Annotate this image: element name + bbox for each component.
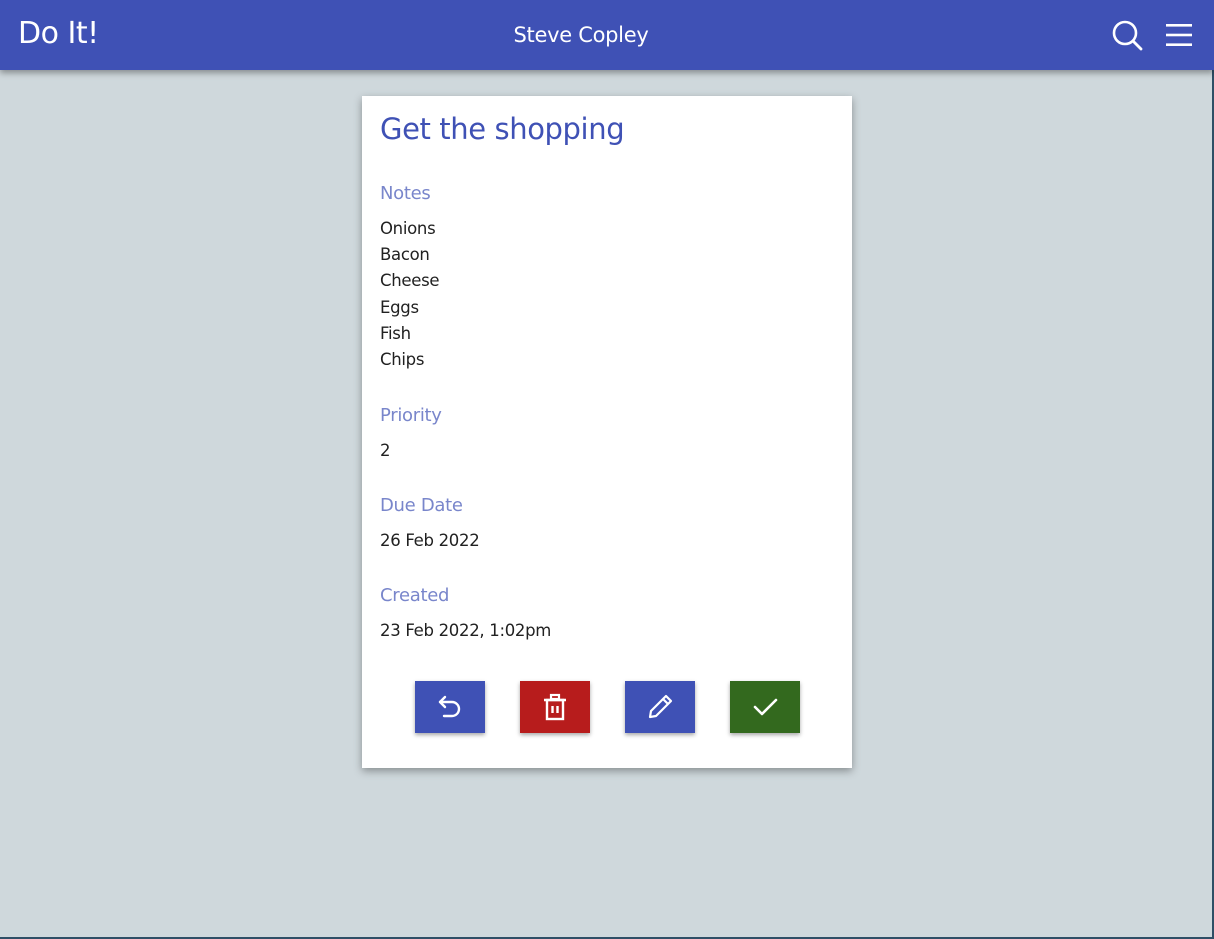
note-item: Eggs (380, 297, 419, 317)
created-value: 23 Feb 2022, 1:02pm (380, 621, 552, 640)
note-item: Chips (380, 350, 425, 370)
search-button[interactable] (1110, 18, 1144, 52)
search-icon (1112, 20, 1143, 51)
due-date-label: Due Date (380, 495, 463, 516)
action-bar (362, 681, 852, 733)
note-item: Fish (380, 323, 411, 343)
task-title: Get the shopping (380, 112, 625, 146)
trash-icon (544, 693, 566, 721)
created-section: Created 23 Feb 2022, 1:02pm (380, 584, 551, 644)
note-item: Onions (380, 219, 436, 238)
task-detail-card: Get the shopping Notes Onions Bacon Chee… (362, 96, 852, 768)
menu-button[interactable] (1162, 18, 1196, 52)
due-date-value: 26 Feb 2022 (380, 531, 480, 550)
note-item: Bacon (380, 245, 430, 265)
edit-button[interactable] (625, 681, 695, 733)
notes-list: Onions Bacon Cheese Eggs Fish Chips (380, 216, 440, 373)
notes-section: Notes Onions Bacon Cheese Eggs Fish Chip… (380, 182, 440, 373)
menu-icon (1166, 24, 1192, 46)
complete-button[interactable] (730, 681, 800, 733)
delete-button[interactable] (520, 681, 590, 733)
priority-label: Priority (380, 405, 442, 426)
undo-icon (438, 695, 461, 718)
check-icon (753, 698, 778, 716)
back-button[interactable] (415, 681, 485, 733)
app-bar: Do It! Steve Copley (0, 0, 1214, 70)
due-date-section: Due Date 26 Feb 2022 (380, 494, 480, 554)
created-label: Created (380, 585, 450, 606)
note-item: Cheese (380, 271, 440, 291)
priority-value: 2 (380, 441, 391, 460)
notes-label: Notes (380, 183, 431, 204)
priority-section: Priority 2 (380, 404, 442, 464)
pencil-icon (648, 694, 673, 719)
user-name: Steve Copley (513, 23, 649, 47)
